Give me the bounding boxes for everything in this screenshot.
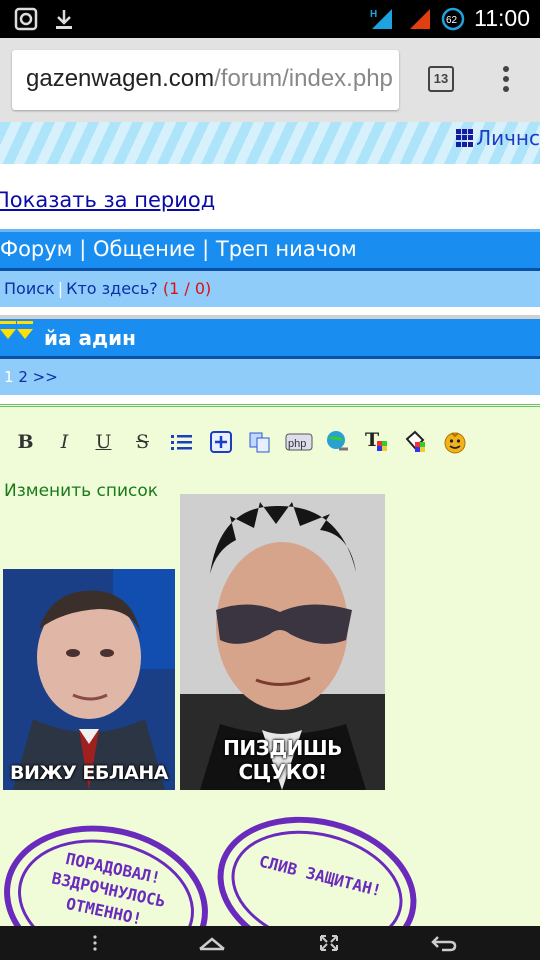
link-icon[interactable]: [318, 427, 357, 457]
signal-icon: H: [370, 8, 393, 29]
list-icon[interactable]: [162, 427, 201, 457]
stamp-image: СЛИВ ЗАЩИТАН!: [202, 796, 432, 926]
stamp-image: ПОРАДОВАЛ! ВЗДРОЧНУЛОСЬ ОТМЕННО!: [0, 807, 223, 926]
header-strip: Личнс: [0, 122, 540, 164]
stamp-text: ПОРАДОВАЛ! ВЗДРОЧНУЛОСЬ ОТМЕННО!: [50, 848, 168, 926]
svg-text:H: H: [370, 9, 377, 20]
battery-icon: 62: [441, 7, 465, 30]
meme-caption: ВИЖУ ЕБЛАНА: [10, 762, 168, 784]
vpn-icon: [14, 7, 38, 31]
breadcrumb: Форум | Общение | Треп ниачом: [0, 229, 540, 271]
status-bar: H 62 11:00: [0, 0, 540, 38]
fullscreen-icon[interactable]: [318, 933, 340, 953]
insert-icon[interactable]: [201, 427, 240, 457]
edit-list-link[interactable]: Изменить список: [4, 481, 158, 501]
meme-image: ПИЗДИШЬ СЦУКО!: [180, 494, 385, 790]
subnav-separator: |: [57, 279, 64, 298]
url-host: gazenwagen.com: [26, 65, 215, 92]
grid-icon: [456, 129, 474, 147]
page-link[interactable]: 2: [18, 368, 28, 386]
bold-button[interactable]: B: [6, 427, 45, 457]
sub-navigation: Поиск | Кто здесь? (1 / 0): [0, 271, 540, 307]
italic-button[interactable]: I: [45, 427, 84, 457]
home-icon[interactable]: [198, 933, 226, 953]
next-page-link[interactable]: >>: [33, 368, 58, 386]
url-text[interactable]: gazenwagen.com/forum/index.php: [26, 65, 393, 93]
search-link[interactable]: Поиск: [4, 279, 55, 298]
breadcrumb-subsection[interactable]: Треп ниачом: [216, 237, 357, 261]
meme-caption: ПИЗДИШЬ СЦУКО!: [223, 736, 342, 784]
pagination: 1 2 >>: [0, 359, 540, 395]
topic-header: йа адин: [0, 319, 540, 359]
breadcrumb-section[interactable]: Общение: [93, 237, 195, 261]
url-path: /forum/index.php: [214, 65, 393, 92]
copy-icon[interactable]: [240, 427, 279, 457]
smile-icon[interactable]: [435, 427, 474, 457]
reply-editor: B I U S php T Изменить список ВИЖУ ЕБЛАН…: [0, 404, 540, 926]
color-fill-icon[interactable]: [396, 427, 435, 457]
download-icon: [56, 10, 72, 29]
signal-strength-icon: [410, 8, 431, 29]
strike-button[interactable]: S: [123, 427, 162, 457]
double-down-arrow-icon: [0, 321, 34, 339]
web-page: Личнс Показать за период Форум | Общение…: [0, 122, 540, 926]
page-current: 1: [4, 368, 14, 386]
editor-toolbar: B I U S php T: [6, 427, 474, 457]
font-icon[interactable]: T: [357, 427, 396, 457]
stamp-text: СЛИВ ЗАЩИТАН!: [257, 851, 384, 901]
clock: 11:00: [474, 5, 530, 31]
svg-text:php: php: [288, 438, 306, 450]
overflow-menu-icon[interactable]: [90, 933, 100, 953]
personal-link-label: Личнс: [476, 126, 540, 150]
back-icon[interactable]: [430, 933, 458, 953]
breadcrumb-separator: |: [72, 237, 93, 261]
man-face-image: [3, 569, 175, 790]
who-here-link[interactable]: Кто здесь?: [66, 279, 158, 298]
url-bar[interactable]: gazenwagen.com/forum/index.php: [12, 50, 399, 110]
breadcrumb-forum[interactable]: Форум: [0, 237, 73, 261]
svg-text:62: 62: [446, 15, 458, 26]
show-period-link[interactable]: Показать за период: [0, 188, 215, 212]
online-count: (1 / 0): [162, 279, 212, 298]
tab-switcher-button[interactable]: 13: [428, 66, 454, 92]
system-navigation-bar: [0, 926, 540, 960]
personal-link[interactable]: Личнс: [456, 126, 540, 150]
browser-toolbar: gazenwagen.com/forum/index.php 13: [0, 38, 540, 122]
breadcrumb-separator: |: [195, 237, 216, 261]
topic-title: йа адин: [44, 326, 136, 350]
meme-image: ВИЖУ ЕБЛАНА: [3, 569, 175, 790]
php-icon[interactable]: php: [279, 427, 318, 457]
overflow-menu-icon[interactable]: [496, 64, 516, 96]
underline-button[interactable]: U: [84, 427, 123, 457]
